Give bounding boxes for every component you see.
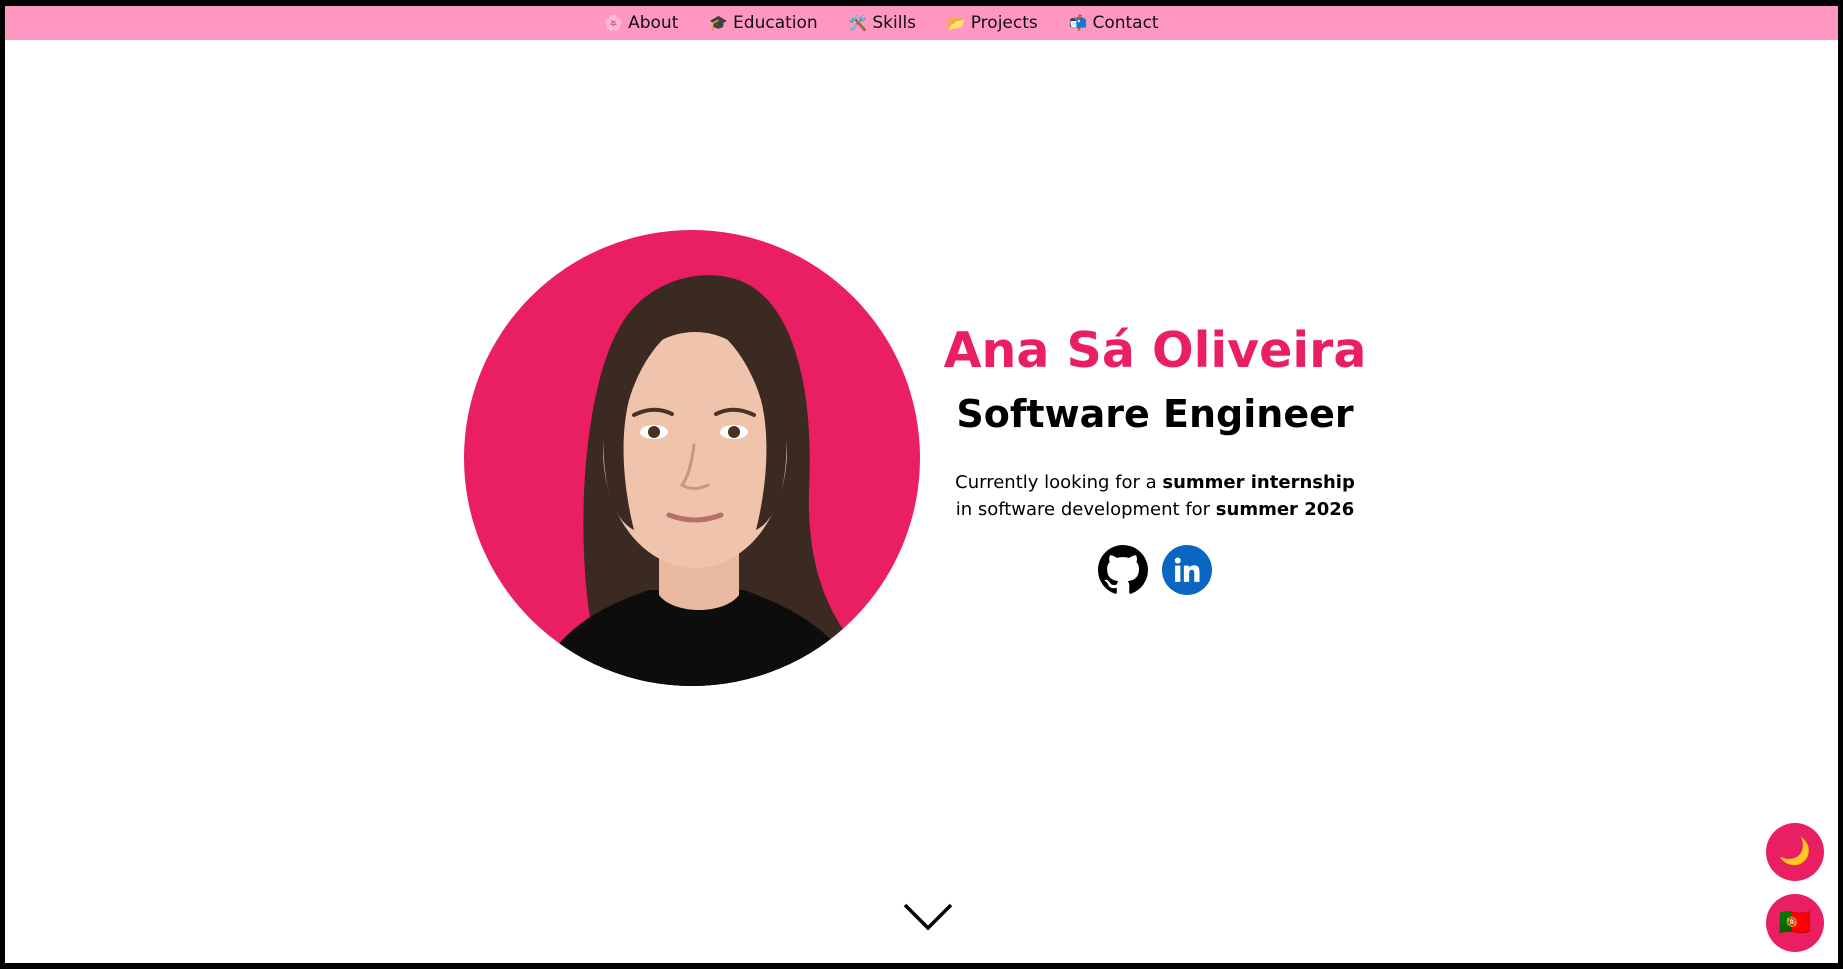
nav-item-projects[interactable]: 📂 Projects <box>947 13 1038 33</box>
flower-icon: 🌸 <box>604 13 624 32</box>
nav-item-contact[interactable]: 📬 Contact <box>1069 13 1159 33</box>
nav-item-label: About <box>628 13 679 33</box>
linkedin-icon <box>1174 557 1200 582</box>
person-name: Ana Sá Oliveira <box>943 322 1367 379</box>
page: 🌸 About 🎓 Education 🛠️ Skills 📂 Projects… <box>5 6 1838 963</box>
hero-text: Ana Sá Oliveira Software Engineer Curren… <box>905 326 1405 595</box>
folder-icon: 📂 <box>947 13 966 32</box>
job-title: Software Engineer <box>956 392 1354 436</box>
portugal-flag-icon: 🇵🇹 <box>1778 908 1812 938</box>
tagline-text-2: in software development for <box>955 499 1216 520</box>
nav-item-label: Contact <box>1092 13 1159 33</box>
tagline: Currently looking for a summer internshi… <box>905 469 1405 523</box>
linkedin-link[interactable] <box>1162 545 1212 595</box>
github-icon <box>1098 545 1148 594</box>
github-link[interactable] <box>1098 545 1148 595</box>
portrait-illustration <box>534 275 864 686</box>
top-navbar: 🌸 About 🎓 Education 🛠️ Skills 📂 Projects… <box>5 6 1838 40</box>
chevron-down-icon <box>903 903 953 931</box>
nav-item-label: Education <box>733 13 818 33</box>
tagline-bold-2: summer 2026 <box>1215 499 1355 520</box>
theme-toggle-button[interactable]: 🌙 <box>1766 823 1824 881</box>
nav-item-label: Skills <box>872 13 917 33</box>
graduation-cap-icon: 🎓 <box>709 13 729 32</box>
nav-links: 🌸 About 🎓 Education 🛠️ Skills 📂 Projects… <box>604 13 1158 33</box>
moon-icon: 🌙 <box>1778 837 1812 867</box>
scroll-down-button[interactable] <box>903 902 953 932</box>
tagline-bold-1: summer internship <box>1162 472 1355 493</box>
nav-item-label: Projects <box>970 13 1038 33</box>
tools-icon: 🛠️ <box>848 13 868 32</box>
tagline-text-1: Currently looking for a <box>955 472 1163 493</box>
social-links <box>905 545 1405 595</box>
nav-item-education[interactable]: 🎓 Education <box>709 13 817 33</box>
nav-item-about[interactable]: 🌸 About <box>604 13 678 33</box>
nav-item-skills[interactable]: 🛠️ Skills <box>849 13 916 33</box>
mailbox-icon: 📬 <box>1068 13 1088 32</box>
profile-photo <box>464 230 920 686</box>
language-toggle-button[interactable]: 🇵🇹 <box>1766 894 1824 952</box>
